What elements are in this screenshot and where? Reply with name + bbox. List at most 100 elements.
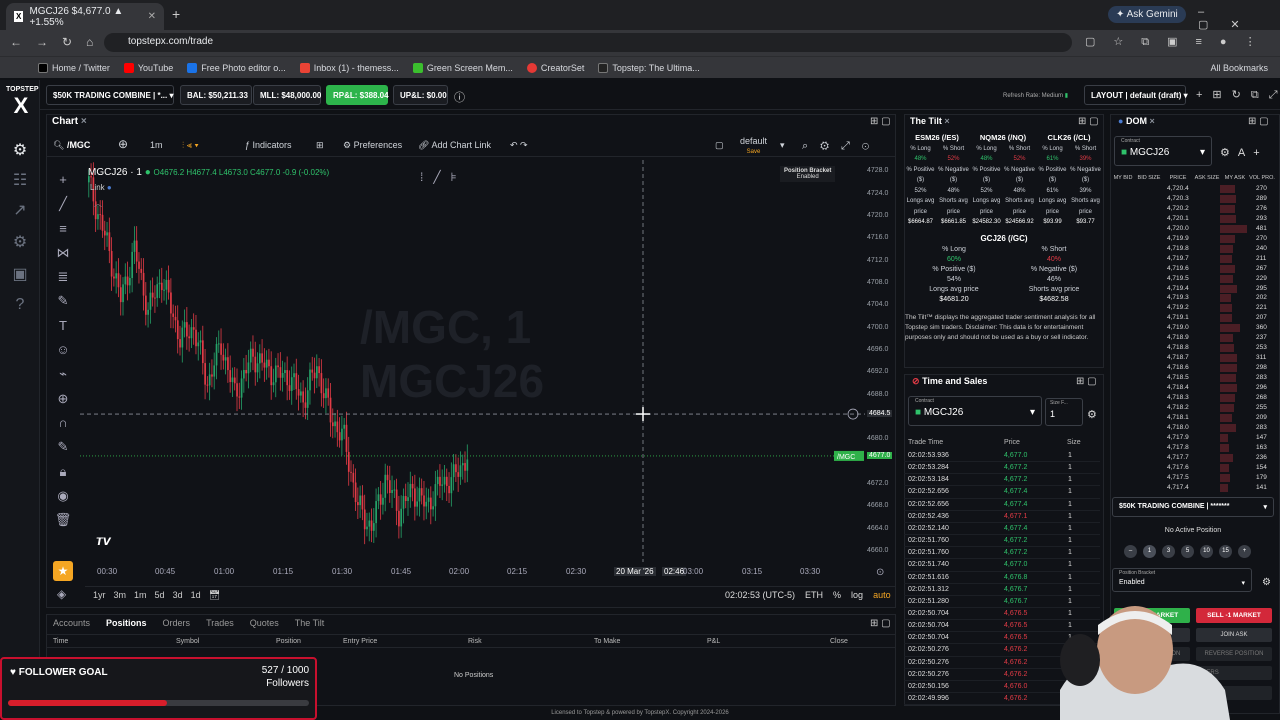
dom-contract-select[interactable]: Contract ■ MGCJ26 ▾	[1114, 136, 1212, 166]
help-icon[interactable]: ?	[8, 296, 32, 316]
bottom-panel-controls[interactable]: ⊞ ▢	[870, 618, 891, 629]
community-icon[interactable]: ☷	[8, 170, 32, 190]
bookmark-inbox[interactable]: Inbox (1) - themess...	[299, 62, 399, 73]
stats-icon[interactable]: ↗	[8, 200, 32, 220]
bookmark-youtube[interactable]: YouTube	[123, 62, 173, 73]
layout-select[interactable]: LAYOUT | default (draft) ▾	[1084, 85, 1188, 105]
qty-15-button[interactable]: 15	[1219, 545, 1232, 558]
url-field[interactable]: topstepx.com/trade	[104, 33, 1072, 52]
dom-toolbar-icons[interactable]: ⚙A+	[1220, 146, 1268, 159]
dom-row[interactable]: 4,718.3 268	[1112, 393, 1272, 403]
window-controls[interactable]: –▢✕	[1198, 6, 1280, 31]
dom-row[interactable]: 4,719.7 211	[1112, 254, 1272, 264]
dom-account-select[interactable]: $50K TRADING COMBINE | ******* ▾	[1112, 497, 1274, 517]
panel-add-icon[interactable]: ⊞ ▢	[870, 116, 891, 127]
qty-5-button[interactable]: 5	[1181, 545, 1194, 558]
info-icon[interactable]: ⓘ	[454, 89, 465, 105]
dom-row[interactable]: 4,717.5 179	[1112, 473, 1272, 483]
dom-row[interactable]: 4,718.9 237	[1112, 333, 1272, 343]
tab-accounts[interactable]: Accounts	[53, 618, 90, 628]
dom-row[interactable]: 4,719.9 270	[1112, 234, 1272, 244]
layout-toggle-icon[interactable]: ▢	[715, 140, 724, 151]
dom-row[interactable]: 4,720.4 270	[1112, 184, 1272, 194]
time-axis[interactable]: 00:30 00:45 01:00 01:15 01:30 01:45 02:00 02:15…	[80, 564, 870, 580]
dom-row[interactable]: 4,718.5 283	[1112, 373, 1272, 383]
undo-icon[interactable]: ↶ ↷	[510, 140, 528, 151]
tab-orders[interactable]: Orders	[163, 618, 191, 628]
tab-the-tilt[interactable]: The Tilt	[295, 618, 325, 628]
dom-row[interactable]: 4,719.4 295	[1112, 284, 1272, 294]
account-select[interactable]: $50K TRADING COMBINE | *... ▾	[46, 85, 174, 105]
log-toggle[interactable]: log	[851, 590, 863, 600]
tab-quotes[interactable]: Quotes	[250, 618, 279, 628]
range-1d[interactable]: 1d	[191, 590, 201, 601]
qty-3-button[interactable]: 3	[1162, 545, 1175, 558]
tab-time-and-sales[interactable]: ⊘ Time and Sales	[912, 376, 987, 387]
dom-row[interactable]: 4,717.4 141	[1112, 483, 1272, 493]
dom-row[interactable]: 4,719.2 221	[1112, 303, 1272, 313]
ask-gemini-button[interactable]: ✦ Ask Gemini	[1108, 6, 1186, 23]
dom-row[interactable]: 4,719.0 360	[1112, 323, 1272, 333]
chart-type-icon[interactable]: ⫶ ⫷ ▾	[182, 140, 199, 151]
dom-bracket-select[interactable]: Position Bracket Enabled ▾	[1112, 568, 1252, 592]
dom-row[interactable]: 4,720.1 293	[1112, 214, 1272, 224]
dom-row[interactable]: 4,719.6 267	[1112, 264, 1272, 274]
layout-actions[interactable]: +⊞↻⧉⤢	[1196, 88, 1280, 102]
dom-row[interactable]: 4,717.9 147	[1112, 433, 1272, 443]
drawing-tools[interactable]: + ╱ ≡ ⋈ ≣ ✎ T ☺ ⌁ ⊕ ∩ ✎ 🔒︎ ◉ 🗑︎	[54, 168, 72, 532]
browser-tab[interactable]: X MGCJ26 $4,677.0 ▲ +1.55% ✕	[6, 3, 164, 30]
range-1yr[interactable]: 1yr	[93, 590, 106, 601]
refresh-rate[interactable]: Refresh Rate: Medium ▮	[1003, 92, 1068, 99]
dom-row[interactable]: 4,720.3 289	[1112, 194, 1272, 204]
dom-row[interactable]: 4,718.0 283	[1112, 423, 1272, 433]
qty-10-button[interactable]: 10	[1200, 545, 1213, 558]
percent-toggle[interactable]: %	[833, 590, 841, 600]
tas-settings-icon[interactable]: ⚙	[1087, 408, 1097, 421]
range-3m[interactable]: 3m	[114, 590, 127, 601]
interval-select[interactable]: 1m	[150, 140, 163, 150]
tilt-panel-controls[interactable]: ⊞ ▢	[1078, 116, 1099, 127]
dom-row[interactable]: 4,717.6 154	[1112, 463, 1272, 473]
tas-contract-select[interactable]: Contract ■ MGCJ26 ▾	[908, 396, 1042, 426]
new-tab-icon[interactable]: +	[172, 6, 180, 22]
dom-row[interactable]: 4,719.1 207	[1112, 313, 1272, 323]
dom-row[interactable]: 4,719.5 229	[1112, 274, 1272, 284]
chart-layout[interactable]: default Save	[740, 137, 767, 157]
templates-icon[interactable]: ⊞	[316, 140, 324, 151]
dom-row[interactable]: 4,718.2 255	[1112, 403, 1272, 413]
eth-toggle[interactable]: ETH	[805, 590, 823, 600]
bookmark-green-screen[interactable]: Green Screen Mem...	[412, 62, 513, 73]
settings-icon[interactable]: ⚙	[8, 232, 32, 252]
calendar-icon[interactable]: 📅︎	[209, 590, 220, 601]
trade-icon[interactable]: ⚙	[8, 140, 32, 160]
dom-row[interactable]: 4,719.8 240	[1112, 244, 1272, 254]
position-bracket-badge[interactable]: Position Bracket Enabled	[780, 166, 836, 182]
range-5d[interactable]: 5d	[155, 590, 165, 601]
dom-row[interactable]: 4,717.8 163	[1112, 443, 1272, 453]
add-symbol-icon[interactable]: ⊕	[118, 137, 128, 151]
indicators-button[interactable]: ƒ Indicators	[245, 140, 292, 150]
range-3d[interactable]: 3d	[173, 590, 183, 601]
dom-row[interactable]: 4,717.7 236	[1112, 453, 1272, 463]
dom-row[interactable]: 4,718.6 298	[1112, 363, 1272, 373]
close-tab-icon[interactable]: ✕	[148, 11, 156, 22]
chart-tools-icons[interactable]: ⌕⚙⤢⊙	[802, 140, 881, 153]
tv-icon[interactable]: ▣	[8, 264, 32, 284]
tab-trades[interactable]: Trades	[206, 618, 234, 628]
browser-extension-icons[interactable]: ▢☆⧉▣≡●⋮	[1085, 35, 1274, 49]
add-chart-link-button[interactable]: 🔗︎ Add Chart Link	[418, 140, 491, 151]
collapse-legend-icon[interactable]: ︿	[94, 198, 102, 209]
dom-row[interactable]: 4,719.3 202	[1112, 293, 1272, 303]
dom-row[interactable]: 4,718.4 296	[1112, 383, 1272, 393]
bookmark-topstep[interactable]: Topstep: The Ultima...	[598, 62, 700, 73]
preferences-button[interactable]: ⚙ Preferences	[343, 140, 402, 151]
tas-panel-controls[interactable]: ⊞ ▢	[1076, 376, 1097, 387]
chart-link-badge[interactable]: Link ●	[90, 183, 112, 192]
bookmark-twitter[interactable]: Home / Twitter	[38, 62, 110, 73]
all-bookmarks[interactable]: All Bookmarks	[1210, 63, 1268, 73]
range-buttons[interactable]: 1yr 3m 1m 5d 3d 1d 📅︎	[93, 590, 220, 601]
tab-dom[interactable]: ● DOM ×	[1118, 116, 1155, 126]
symbol-search[interactable]: 🔍︎ /MGC	[53, 140, 90, 151]
range-1m[interactable]: 1m	[134, 590, 147, 601]
tab-chart[interactable]: Chart ×	[52, 116, 87, 127]
